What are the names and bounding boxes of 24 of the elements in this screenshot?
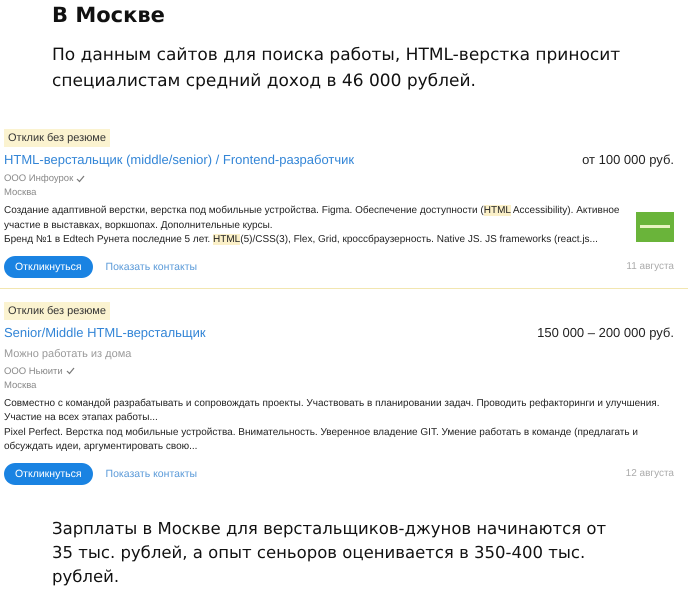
show-contacts-link[interactable]: Показать контакты (106, 260, 198, 272)
vacancy-description: Совместно с командой разрабатывать и сопровождать проекты. Участвовать в планировании задач. Проводить рефакторинги и улучшения. Участие на всех этапах работы... (4, 396, 660, 425)
paragraph: Зарплаты в Москве для верстальщиков-джунов начинаются от 35 тыс. рублей, а опыт сеньоров оценивается в 350-400 тыс. рублей. (52, 518, 608, 588)
vacancy-description: Pixel Perfect. Верстка под мобильные устройства. Внимательность. Уверенное владение GIT. Умение работать в команде (предлагать и обсуждать идеи, аргументировать свою... (4, 426, 639, 454)
salary: от 100 000 руб. (582, 152, 674, 167)
show-contacts-link[interactable]: Показать контакты (106, 468, 198, 480)
no-resume-badge: Отклик без резюме (4, 302, 110, 320)
date: 11 августа (626, 261, 674, 272)
vacancy-description: Бренд №1 в Edtech Рунета последние 5 лет. HTML(5)/CSS(3), Flex, Grid, кроссбраузерность. Native JS. JS frameworks (react.js... (4, 233, 599, 247)
remote-note: Можно работать из дома (4, 348, 132, 360)
respond-button[interactable]: Откликнуться (4, 462, 93, 484)
city: Москва (4, 380, 36, 390)
date: 12 августа (626, 468, 674, 479)
vacancy-title-link[interactable]: Senior/Middle HTML-верстальщик (4, 324, 206, 340)
vacancy-description: Создание адаптивной верстки, верстка под мобильные устройства. Figma. Обеспечение доступности (HTML Accessibility). Активное участие в выставках, воркшопах. Дополнительные курсы. (4, 204, 620, 232)
company-name: ООО Ньюити (4, 366, 63, 376)
vacancy-title-link[interactable]: HTML-верстальщик (middle/senior) / Frontend-разработчик (4, 152, 354, 167)
respond-button[interactable]: Откликнуться (4, 256, 93, 278)
salary: 150 000 – 200 000 руб. (537, 324, 674, 340)
company-name: ООО Инфоурок (4, 173, 74, 184)
paragraph: По данным сайтов для поиска работы, HTML-верстка приносит специалистам средний доход в 46 000 рублей. (52, 44, 622, 93)
section-heading: В Москве (52, 2, 166, 28)
city: Москва (4, 187, 36, 198)
no-resume-badge: Отклик без резюме (4, 129, 110, 147)
